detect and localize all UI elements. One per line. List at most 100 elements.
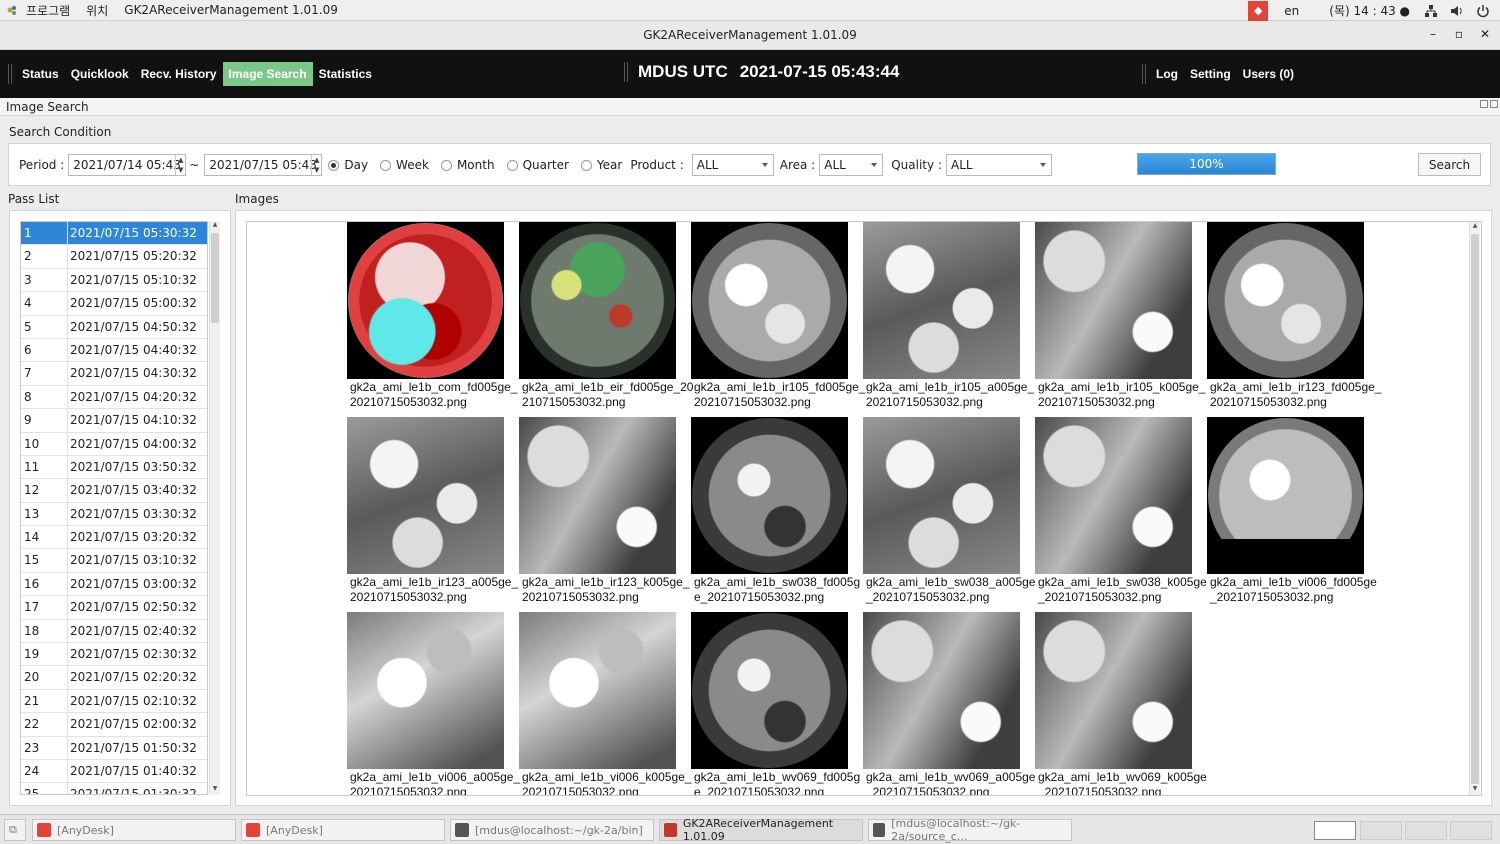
minimize-icon[interactable]: – xyxy=(1426,27,1440,41)
pass-list-scrollbar[interactable]: ▲ ▼ xyxy=(209,221,220,795)
tab-statistics[interactable]: Statistics xyxy=(313,62,378,86)
scroll-down-icon[interactable]: ▼ xyxy=(210,785,220,795)
pass-list-row[interactable]: 18 2021/07/15 02:40:32 xyxy=(21,619,207,644)
product-select[interactable]: ALL xyxy=(691,154,774,176)
satellite-image-thumbnail[interactable] xyxy=(1207,222,1364,379)
satellite-image-thumbnail[interactable] xyxy=(347,612,504,769)
taskbar-item-anydesk-1[interactable]: [AnyDesk] xyxy=(32,819,236,841)
scrollbar-thumb[interactable] xyxy=(1471,234,1479,784)
pass-list-row[interactable]: 9 2021/07/15 04:10:32 xyxy=(21,409,207,433)
pass-list[interactable]: 1 2021/07/15 05:30:32 2 2021/07/15 05:20:32… xyxy=(20,221,208,795)
image-tile[interactable]: gk2a_ami_le1b_wv069_fd005ge_202107150530… xyxy=(691,612,863,795)
places-menu[interactable]: 위치 xyxy=(78,2,116,19)
tab-recv-history[interactable]: Recv. History xyxy=(135,62,223,86)
pass-list-row[interactable]: 3 2021/07/15 05:10:32 xyxy=(21,268,207,293)
pass-list-row[interactable]: 25 2021/07/15 01:30:32 xyxy=(21,783,207,794)
image-grid[interactable]: gk2a_ami_le1b_com_fd005ge_20210715053032… xyxy=(246,221,1482,796)
image-tile[interactable]: gk2a_ami_le1b_ir105_fd005ge_202107150530… xyxy=(691,222,865,417)
active-app-name[interactable]: GK2AReceiverManagement 1.01.09 xyxy=(116,3,346,17)
satellite-image-thumbnail[interactable] xyxy=(519,417,676,574)
image-tile[interactable]: gk2a_ami_le1b_ir123_k005ge_2021071505303… xyxy=(519,417,691,612)
range-year-radio[interactable]: Year xyxy=(580,158,622,172)
area-select[interactable]: ALL xyxy=(819,154,884,176)
pass-list-row[interactable]: 23 2021/07/15 01:50:32 xyxy=(21,736,207,760)
pass-list-row[interactable]: 2 2021/07/15 05:20:32 xyxy=(21,245,207,269)
tab-log[interactable]: Log xyxy=(1150,62,1184,86)
search-button[interactable]: Search xyxy=(1418,153,1481,176)
tab-status[interactable]: Status xyxy=(16,62,65,86)
pass-list-row[interactable]: 14 2021/07/15 03:20:32 xyxy=(21,526,207,550)
satellite-image-thumbnail[interactable] xyxy=(347,222,504,379)
workspace-2[interactable] xyxy=(1360,821,1402,840)
scroll-up-icon[interactable]: ▲ xyxy=(210,221,220,231)
start-datetime-input[interactable]: 2021/07/14 05:43 ▲ ▼ xyxy=(68,154,187,176)
scroll-down-icon[interactable]: ▼ xyxy=(1470,785,1480,795)
taskbar-item-anydesk-2[interactable]: [AnyDesk] xyxy=(241,819,445,841)
image-tile[interactable]: gk2a_ami_le1b_vi006_k005ge_2021071505303… xyxy=(519,612,691,795)
workspace-1[interactable] xyxy=(1314,821,1356,840)
satellite-image-thumbnail[interactable] xyxy=(519,612,676,769)
satellite-image-thumbnail[interactable] xyxy=(863,222,1020,379)
applications-menu[interactable]: 프로그램 xyxy=(18,2,78,19)
pass-list-row[interactable]: 16 2021/07/15 03:00:32 xyxy=(21,572,207,597)
satellite-image-thumbnail[interactable] xyxy=(1035,417,1192,574)
satellite-image-thumbnail[interactable] xyxy=(863,612,1020,769)
taskbar-item-terminal-bin[interactable]: [mdus@localhost:~/gk-2a/bin] xyxy=(450,819,654,841)
applications-icon[interactable] xyxy=(6,4,18,16)
end-datetime-spin-arrows[interactable]: ▲ ▼ xyxy=(311,155,321,175)
pass-list-row[interactable]: 24 2021/07/15 01:40:32 xyxy=(21,759,207,784)
pass-list-row[interactable]: 19 2021/07/15 02:30:32 xyxy=(21,643,207,667)
satellite-image-thumbnail[interactable] xyxy=(1207,417,1364,574)
satellite-image-thumbnail[interactable] xyxy=(691,417,848,574)
workspace-4[interactable] xyxy=(1450,821,1492,840)
range-week-radio[interactable]: Week xyxy=(380,158,429,172)
tab-users[interactable]: Users (0) xyxy=(1237,62,1300,86)
network-icon[interactable] xyxy=(1424,4,1438,18)
pass-list-row[interactable]: 11 2021/07/15 03:50:32 xyxy=(21,455,207,480)
satellite-image-thumbnail[interactable] xyxy=(691,222,848,379)
window-title-bar[interactable]: GK2AReceiverManagement 1.01.09 – ▫ ✕ xyxy=(0,21,1500,50)
images-scrollbar[interactable]: ▲ ▼ xyxy=(1469,222,1480,795)
image-tile[interactable]: gk2a_ami_le1b_vi006_a005ge_2021071505303… xyxy=(347,612,520,795)
float-panel-icon[interactable] xyxy=(1480,100,1488,108)
clock[interactable]: (목) 14 : 43 ● xyxy=(1321,2,1418,19)
image-tile[interactable]: gk2a_ami_le1b_ir105_a005ge_2021071505303… xyxy=(863,222,1035,417)
taskbar-item-gk2a-app[interactable]: GK2AReceiverManagement 1.01.09 xyxy=(659,817,863,843)
pass-list-row[interactable]: 1 2021/07/15 05:30:32 xyxy=(21,222,207,246)
language-indicator[interactable]: en xyxy=(1276,4,1307,18)
image-tile[interactable]: gk2a_ami_le1b_sw038_fd005ge_202107150530… xyxy=(691,417,863,612)
image-tile[interactable]: gk2a_ami_le1b_ir123_fd005ge_202107150530… xyxy=(1207,222,1381,417)
pass-list-row[interactable]: 6 2021/07/15 04:40:32 xyxy=(21,338,207,363)
radio-dot[interactable] xyxy=(580,159,592,171)
scrollbar-thumb[interactable] xyxy=(211,233,219,323)
pass-list-row[interactable]: 10 2021/07/15 04:00:32 xyxy=(21,432,207,456)
pass-list-row[interactable]: 5 2021/07/15 04:50:32 xyxy=(21,315,207,339)
satellite-image-thumbnail[interactable] xyxy=(863,417,1020,574)
range-month-radio[interactable]: Month xyxy=(440,158,495,172)
radio-dot[interactable] xyxy=(380,159,392,171)
tab-setting[interactable]: Setting xyxy=(1184,62,1237,86)
workspace-3[interactable] xyxy=(1405,821,1447,840)
image-tile[interactable]: gk2a_ami_le1b_com_fd005ge_20210715053032… xyxy=(347,222,519,417)
close-panel-icon[interactable] xyxy=(1490,100,1498,108)
image-tile[interactable]: gk2a_ami_le1b_wv069_a005ge_2021071505303… xyxy=(863,612,1035,795)
close-icon[interactable]: ✕ xyxy=(1478,27,1492,41)
scroll-up-icon[interactable]: ▲ xyxy=(1470,222,1480,232)
pass-list-row[interactable]: 15 2021/07/15 03:10:32 xyxy=(21,549,207,573)
volume-icon[interactable] xyxy=(1450,4,1464,18)
tab-image-search[interactable]: Image Search xyxy=(222,62,313,86)
image-tile[interactable]: gk2a_ami_le1b_sw038_a005ge_2021071505303… xyxy=(863,417,1035,612)
pass-list-row[interactable]: 13 2021/07/15 03:30:32 xyxy=(21,502,207,527)
image-tile[interactable]: gk2a_ami_le1b_ir123_a005ge_2021071505303… xyxy=(347,417,519,612)
pass-list-row[interactable]: 22 2021/07/15 02:00:32 xyxy=(21,713,207,737)
satellite-image-thumbnail[interactable] xyxy=(1035,612,1192,769)
tab-quicklook[interactable]: Quicklook xyxy=(65,62,135,86)
radio-dot[interactable] xyxy=(440,159,452,171)
range-quarter-radio[interactable]: Quarter xyxy=(506,158,569,172)
pass-list-row[interactable]: 21 2021/07/15 02:10:32 xyxy=(21,689,207,714)
end-datetime-input[interactable]: 2021/07/15 05:43 ▲ ▼ xyxy=(204,154,323,176)
pass-list-row[interactable]: 4 2021/07/15 05:00:32 xyxy=(21,292,207,316)
start-datetime-spin-arrows[interactable]: ▲ ▼ xyxy=(175,155,185,175)
anydesk-tray-icon[interactable]: ◆ xyxy=(1248,0,1269,21)
quality-select[interactable]: ALL xyxy=(945,154,1052,176)
